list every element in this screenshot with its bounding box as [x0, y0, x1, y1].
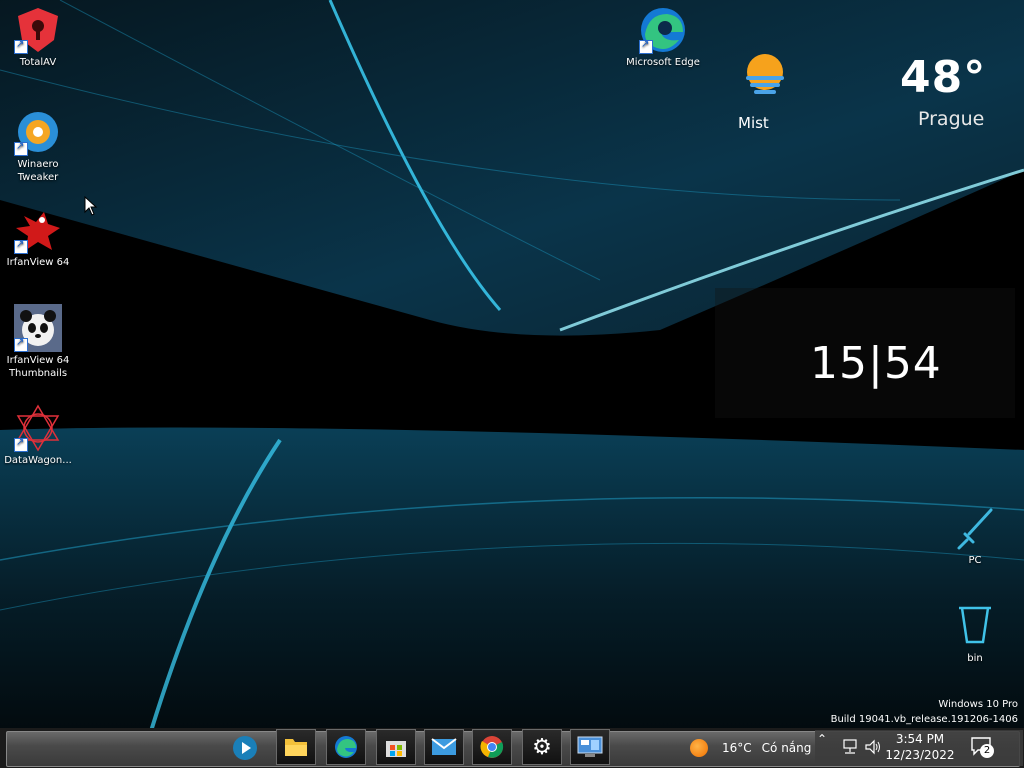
shortcut-arrow-icon	[14, 336, 28, 352]
weather-widget[interactable]: Mist 48° Prague	[720, 44, 1010, 144]
taskbar-media-player-button[interactable]	[226, 731, 264, 765]
pc-brush-icon	[951, 504, 999, 552]
shortcut-arrow-icon	[14, 238, 28, 254]
microsoft-edge-icon	[639, 6, 687, 54]
sun-icon	[690, 739, 708, 757]
control-panel-icon	[577, 736, 603, 757]
file-explorer-icon	[285, 739, 307, 756]
winaero-tweaker-icon	[14, 108, 62, 156]
chrome-icon	[480, 736, 504, 758]
desktop-icon-winaero-tweaker[interactable]: Winaero Tweaker	[0, 108, 76, 184]
desktop-icon-pc[interactable]: PC	[937, 504, 1013, 567]
totalav-icon	[14, 6, 62, 54]
shortcut-arrow-icon	[639, 38, 653, 54]
taskbar-control-panel-button[interactable]	[570, 729, 610, 765]
tray-weather[interactable]: 16°C Có nắng	[690, 737, 811, 759]
taskbar-edge-button[interactable]	[326, 729, 366, 765]
shortcut-arrow-icon	[14, 38, 28, 54]
taskbar-store-button[interactable]	[376, 729, 416, 765]
network-icon[interactable]	[842, 739, 860, 755]
weather-city: Prague	[918, 108, 985, 130]
media-player-icon	[233, 736, 257, 760]
taskbar-settings-button[interactable]: ⚙	[522, 729, 562, 765]
irfanview-icon	[14, 206, 62, 254]
taskbar-chrome-button[interactable]	[472, 729, 512, 765]
windows-edition: Windows 10 Pro	[938, 699, 1018, 710]
taskbar-file-explorer-button[interactable]	[276, 729, 316, 765]
shortcut-arrow-icon	[14, 140, 28, 156]
taskbar-mail-button[interactable]	[424, 729, 464, 765]
tray-time: 3:54 PM	[895, 732, 945, 746]
edge-icon	[335, 736, 357, 758]
desktop-icon-microsoft-edge[interactable]: Microsoft Edge	[624, 6, 702, 69]
desktop-icon-irfanview-64[interactable]: IrfanView 64	[0, 206, 76, 269]
desktop-icon-totalav[interactable]: TotalAV	[0, 6, 76, 69]
clock-time: 15|54	[810, 338, 942, 389]
desktop-icon-datawagon[interactable]: DataWagon...	[0, 404, 76, 467]
tray-clock[interactable]: 3:54 PM 12/23/2022	[880, 731, 960, 763]
notification-count: 2	[980, 744, 994, 758]
tray-weather-text: Có nắng	[761, 741, 812, 755]
windows-build: Build 19041.vb_release.191206-1406	[830, 714, 1018, 725]
store-icon	[386, 741, 406, 757]
weather-temperature: 48°	[900, 52, 987, 103]
recycle-bin-icon	[951, 602, 999, 650]
tray-temperature: 16°C	[722, 741, 752, 755]
clock-widget[interactable]: 15|54	[715, 288, 1015, 418]
mail-icon	[431, 738, 457, 755]
shortcut-arrow-icon	[14, 436, 28, 452]
chevron-up-icon[interactable]: ⌃	[817, 732, 827, 746]
datawagon-icon	[14, 404, 62, 452]
mouse-cursor-icon	[84, 196, 98, 216]
desktop-icon-irfanview-64-thumbnails[interactable]: IrfanView 64 Thumbnails	[0, 304, 76, 380]
weather-condition: Mist	[738, 114, 769, 132]
action-center-button[interactable]: 2	[970, 736, 994, 760]
settings-icon: ⚙	[532, 734, 552, 760]
tray-date: 12/23/2022	[885, 748, 955, 762]
desktop-icon-recycle-bin[interactable]: bin	[937, 602, 1013, 665]
windows-watermark: Windows 10 Pro Build 19041.vb_release.19…	[831, 697, 1018, 727]
panda-icon	[14, 304, 62, 352]
sun-mist-icon	[746, 54, 784, 94]
